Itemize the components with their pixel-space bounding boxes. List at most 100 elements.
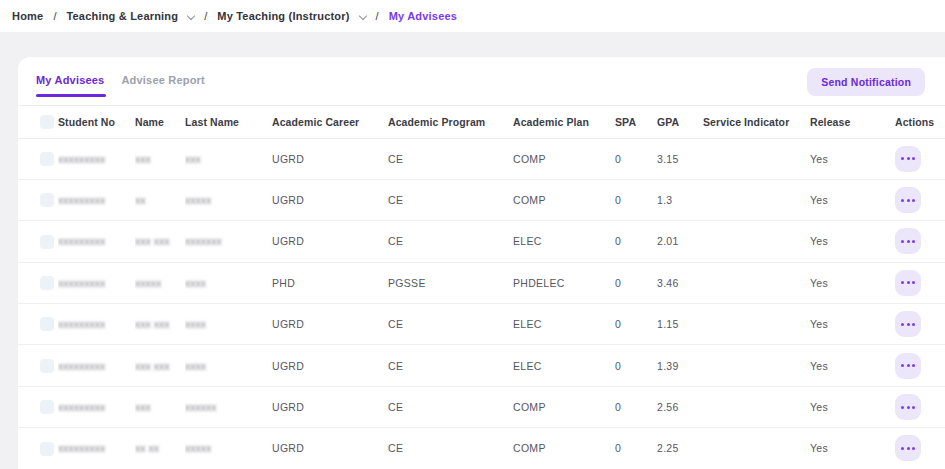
row-checkbox[interactable] xyxy=(40,152,54,166)
academic-program-cell: PGSSE xyxy=(388,262,513,303)
dot-icon xyxy=(907,199,910,202)
column-header-actions: Actions xyxy=(895,106,945,138)
name-cell: xxxxx xyxy=(135,277,161,289)
spa-cell: 0 xyxy=(615,386,657,427)
chevron-down-icon[interactable] xyxy=(358,11,366,19)
table-row: xxxxxxxxx xxx xxx UGRD CE COMP 0 3.15 Ye… xyxy=(18,138,945,179)
row-checkbox[interactable] xyxy=(40,359,54,373)
name-cell: xxx xyxy=(135,401,151,413)
name-cell: xx xyxy=(135,194,146,206)
send-notification-button[interactable]: Send Notification xyxy=(807,68,925,96)
release-cell: Yes xyxy=(810,138,895,179)
row-actions-button[interactable] xyxy=(895,353,921,379)
service-indicator-cell xyxy=(703,221,810,262)
column-header-release[interactable]: Release xyxy=(810,106,895,138)
row-actions-button[interactable] xyxy=(895,187,921,213)
dot-icon xyxy=(912,447,915,450)
last-name-cell: xxxxx xyxy=(185,442,211,454)
service-indicator-cell xyxy=(703,345,810,386)
name-cell: xxx xyxy=(135,153,151,165)
column-header-service-indicator[interactable]: Service Indicator xyxy=(703,106,810,138)
select-all-checkbox[interactable] xyxy=(40,115,54,129)
dot-icon xyxy=(907,323,910,326)
academic-career-cell: UGRD xyxy=(272,304,388,345)
breadcrumb-separator: / xyxy=(53,10,56,22)
row-checkbox[interactable] xyxy=(40,235,54,249)
dot-icon xyxy=(901,240,904,243)
dot-icon xyxy=(912,281,915,284)
student-no-cell: xxxxxxxxx xyxy=(58,360,105,372)
gpa-cell: 2.56 xyxy=(657,386,703,427)
academic-career-cell: UGRD xyxy=(272,179,388,220)
column-header-academic-plan[interactable]: Academic Plan xyxy=(513,106,615,138)
row-actions-button[interactable] xyxy=(895,270,921,296)
advisees-table: Student No Name Last Name Academic Caree… xyxy=(18,106,945,469)
spa-cell: 0 xyxy=(615,428,657,469)
tab-my-advisees[interactable]: My Advisees xyxy=(36,57,104,105)
release-cell: Yes xyxy=(810,262,895,303)
academic-career-cell: UGRD xyxy=(272,221,388,262)
academic-program-cell: CE xyxy=(388,179,513,220)
breadcrumb-my-teaching[interactable]: My Teaching (Instructor) xyxy=(217,10,349,22)
academic-program-cell: CE xyxy=(388,345,513,386)
breadcrumb: Home / Teaching & Learning / My Teaching… xyxy=(0,0,945,32)
last-name-cell: xxxx xyxy=(185,318,206,330)
spa-cell: 0 xyxy=(615,345,657,386)
spa-cell: 0 xyxy=(615,262,657,303)
column-header-name[interactable]: Name xyxy=(135,106,185,138)
table-row: xxxxxxxxx xxxxx xxxx PHD PGSSE PHDELEC 0… xyxy=(18,262,945,303)
chevron-down-icon[interactable] xyxy=(187,11,195,19)
row-checkbox[interactable] xyxy=(40,442,54,456)
academic-career-cell: UGRD xyxy=(272,386,388,427)
student-no-cell: xxxxxxxxx xyxy=(58,401,105,413)
academic-program-cell: CE xyxy=(388,428,513,469)
last-name-cell: xxxx xyxy=(185,360,206,372)
release-cell: Yes xyxy=(810,345,895,386)
academic-plan-cell: COMP xyxy=(513,428,615,469)
last-name-cell: xxxxxx xyxy=(185,401,217,413)
column-header-last-name[interactable]: Last Name xyxy=(185,106,272,138)
row-checkbox[interactable] xyxy=(40,317,54,331)
row-checkbox[interactable] xyxy=(40,400,54,414)
row-actions-button[interactable] xyxy=(895,146,921,172)
dot-icon xyxy=(901,406,904,409)
release-cell: Yes xyxy=(810,304,895,345)
gpa-cell: 2.01 xyxy=(657,221,703,262)
column-header-student-no[interactable]: Student No xyxy=(58,106,135,138)
breadcrumb-my-advisees[interactable]: My Advisees xyxy=(389,10,457,22)
academic-program-cell: CE xyxy=(388,138,513,179)
breadcrumb-teaching-learning[interactable]: Teaching & Learning xyxy=(66,10,178,22)
table-row: xxxxxxxxx xxx xxx xxxxxxx UGRD CE ELEC 0… xyxy=(18,221,945,262)
academic-plan-cell: COMP xyxy=(513,386,615,427)
column-header-gpa[interactable]: GPA xyxy=(657,106,703,138)
row-actions-button[interactable] xyxy=(895,311,921,337)
column-header-spa[interactable]: SPA xyxy=(615,106,657,138)
column-header-academic-career[interactable]: Academic Career xyxy=(272,106,388,138)
breadcrumb-home[interactable]: Home xyxy=(12,10,43,22)
table-row: xxxxxxxxx xxx xxx xxxx UGRD CE ELEC 0 1.… xyxy=(18,304,945,345)
academic-career-cell: UGRD xyxy=(272,138,388,179)
release-cell: Yes xyxy=(810,221,895,262)
dot-icon xyxy=(912,240,915,243)
row-actions-button[interactable] xyxy=(895,394,921,420)
table-row: xxxxxxxxx xxx xxx xxxx UGRD CE ELEC 0 1.… xyxy=(18,345,945,386)
row-actions-button[interactable] xyxy=(895,228,921,254)
tab-advisee-report[interactable]: Advisee Report xyxy=(121,57,205,105)
breadcrumb-separator: / xyxy=(204,10,207,22)
name-cell: xxx xxx xyxy=(135,318,169,330)
table-row: xxxxxxxxx xx xxxxx UGRD CE COMP 0 1.3 Ye… xyxy=(18,179,945,220)
row-checkbox[interactable] xyxy=(40,193,54,207)
dot-icon xyxy=(901,281,904,284)
row-checkbox[interactable] xyxy=(40,276,54,290)
row-actions-button[interactable] xyxy=(895,435,921,461)
service-indicator-cell xyxy=(703,179,810,220)
table-row: xxxxxxxxx xxx xxxxxx UGRD CE COMP 0 2.56… xyxy=(18,386,945,427)
dot-icon xyxy=(912,199,915,202)
academic-plan-cell: PHDELEC xyxy=(513,262,615,303)
column-header-academic-program[interactable]: Academic Program xyxy=(388,106,513,138)
academic-program-cell: CE xyxy=(388,386,513,427)
spa-cell: 0 xyxy=(615,221,657,262)
gpa-cell: 3.15 xyxy=(657,138,703,179)
student-no-cell: xxxxxxxxx xyxy=(58,153,105,165)
release-cell: Yes xyxy=(810,386,895,427)
